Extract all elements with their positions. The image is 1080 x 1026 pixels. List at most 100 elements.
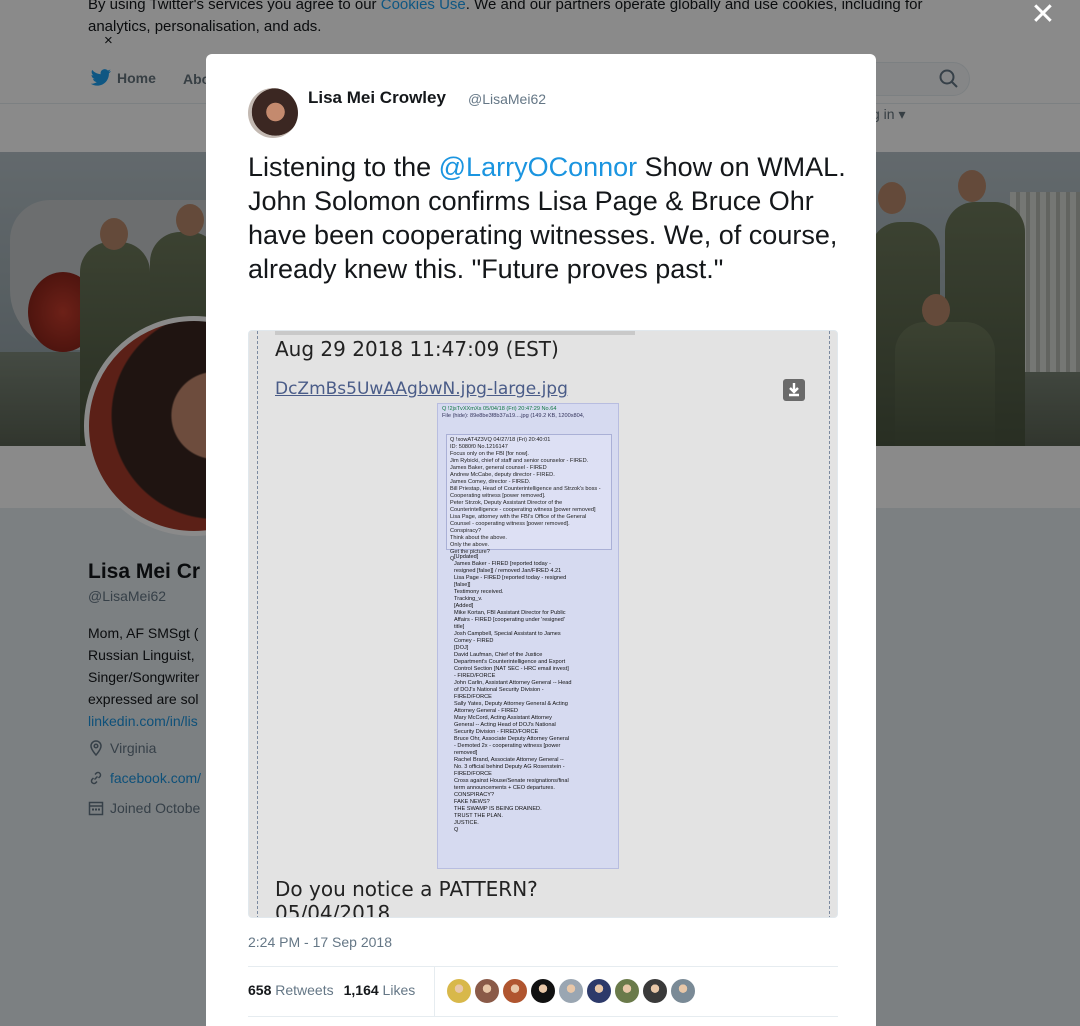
inner-body-line: FIRED/FORCE <box>454 771 492 777</box>
inner-body-line: Attorney General - FIRED <box>454 708 519 714</box>
inner-body-line: Testimony received. <box>454 589 504 595</box>
inner-body-line: FIRED/FORCE <box>454 694 492 700</box>
inner-body-line: JUSTICE. <box>454 820 479 826</box>
likes-stat[interactable]: 1,164 Likes <box>344 982 416 998</box>
media-question-line: Do you notice a PATTERN? <box>275 877 538 901</box>
inner-quote-line: Peter Strzok, Deputy Assistant Director … <box>450 500 563 506</box>
liker-avatar[interactable] <box>670 978 696 1004</box>
inner-body-line: [Updated] <box>454 554 479 560</box>
tweet-timestamp[interactable]: 2:24 PM - 17 Sep 2018 <box>248 934 392 950</box>
inner-post-date: 05/04/18 (Fri) 20:47:29 No.64 <box>483 406 557 412</box>
liker-avatar[interactable] <box>502 978 528 1004</box>
inner-post-file: File (hide): 89e8be3f8b37a19....jpg (149… <box>442 413 585 419</box>
inner-body-line: Bruce Ohr, Associate Deputy Attorney Gen… <box>454 736 570 742</box>
inner-quote-line: Think about the above. <box>450 535 507 541</box>
inner-body-line: resigned [false]] / removed Jan/FIRED 4.… <box>454 568 562 574</box>
inner-quote-line: James Baker, general counsel - FIRED <box>450 465 547 471</box>
media-question-date: 05/04/2018 <box>275 901 391 918</box>
inner-post-quote: Q !xowAT4Z3VQ 04/27/18 (Fri) 20:40:01 ID… <box>446 434 612 562</box>
inner-body-line: term announcements + CEO departures. <box>454 785 555 791</box>
media-cropped-pill <box>413 330 517 331</box>
inner-body-line: [DOJ] <box>454 645 469 651</box>
inner-body-line: General -- Acting Head of DOJ's National <box>454 722 556 728</box>
inner-body-line: Q <box>454 827 459 833</box>
inner-body-line: David Laufman, Chief of the Justice <box>454 652 543 658</box>
inner-quote-line: Conspiracy? <box>450 528 482 534</box>
inner-body-line: James Baker - FIRED [reported today - <box>454 561 551 567</box>
inner-body-line: Rachel Brand, Associate Attorney General… <box>454 757 564 763</box>
inner-body-line: [false]] <box>454 582 471 588</box>
inner-post-header: Q !2jsTvXXmXs 05/04/18 (Fri) 20:47:29 No… <box>442 406 618 420</box>
inner-body-line: [Added] <box>454 603 474 609</box>
inner-body-line: Cross against House/Senate resignations/… <box>454 778 569 784</box>
likes-count: 1,164 <box>343 982 379 998</box>
media-inner-post: Q !2jsTvXXmXs 05/04/18 (Fri) 20:47:29 No… <box>437 403 619 869</box>
inner-body-line: FAKE NEWS? <box>454 799 490 805</box>
liker-avatar[interactable] <box>474 978 500 1004</box>
inner-quote-line: Only the above. <box>450 542 490 548</box>
inner-post-body: [Updated] James Baker - FIRED [reported … <box>454 554 616 834</box>
inner-quote-line: Lisa Page, attorney with the FBI's Offic… <box>450 514 587 520</box>
inner-body-line: Lisa Page - FIRED [reported today - resi… <box>454 575 567 581</box>
inner-quote-line: Counterintelligence - cooperating witnes… <box>450 507 596 513</box>
inner-quote-line: Counsel - cooperating witness [power rem… <box>450 521 570 527</box>
inner-body-line: THE SWAMP IS BEING DRAINED. <box>454 806 542 812</box>
inner-body-line: removed] <box>454 750 478 756</box>
likes-label: Likes <box>382 982 416 998</box>
liker-avatar[interactable] <box>614 978 640 1004</box>
inner-body-line: Mike Kortan, FBI Assistant Director for … <box>454 610 566 616</box>
inner-quote-line: Andrew McCabe, deputy director - FIRED. <box>450 472 555 478</box>
tweet-mention-link[interactable]: @LarryOConnor <box>439 152 637 182</box>
inner-quote-line: James Comey, director - FIRED. <box>450 479 531 485</box>
stats-divider-top <box>248 966 838 967</box>
inner-body-line: Comey - FIRED <box>454 638 494 644</box>
media-file-link: DcZmBs5UwAAgbwN.jpg-large.jpg <box>275 379 568 399</box>
media-dashed-border <box>829 331 830 917</box>
inner-body-line: John Carlin, Assistant Attorney General … <box>454 680 572 686</box>
inner-quote-line: Cooperating witness [power removed]. <box>450 493 546 499</box>
media-cropped-header <box>275 330 635 335</box>
inner-body-line: - FIRED/FORCE <box>454 673 496 679</box>
tweet-stats: 658 Retweets 1,164 Likes <box>248 966 435 1016</box>
liker-avatar[interactable] <box>642 978 668 1004</box>
retweets-stat[interactable]: 658 Retweets <box>248 982 334 998</box>
retweets-label: Retweets <box>275 982 334 998</box>
inner-quote-line: Focus only on the FBI [for now]. <box>450 451 529 457</box>
inner-body-line: Affairs - FIRED [cooperating under 'resi… <box>454 617 565 623</box>
inner-body-line: title] <box>454 624 465 630</box>
inner-quote-line: Jim Rybicki, chief of staff and senior c… <box>450 458 589 464</box>
inner-body-line: Security Division - FIRED/FORCE <box>454 729 539 735</box>
inner-body-line: Sally Yates, Deputy Attorney General & A… <box>454 701 568 707</box>
inner-body-line: Josh Campbell, Special Assistant to Jame… <box>454 631 561 637</box>
likers-avatars <box>446 978 696 1004</box>
inner-body-line: Tracking_v. <box>454 596 483 602</box>
inner-body-line: - Demoted 2x - cooperating witness [powe… <box>454 743 561 749</box>
liker-avatar[interactable] <box>586 978 612 1004</box>
inner-quote-line: ID: 5080f0 No.1216147 <box>450 444 508 450</box>
tweet-author-avatar[interactable] <box>248 88 298 138</box>
stats-divider <box>434 966 435 1016</box>
tweet-text-part: Listening to the <box>248 152 439 182</box>
tweet-modal: Lisa Mei Crowley @LisaMei62 Listening to… <box>206 54 876 1026</box>
retweets-count: 658 <box>248 982 272 998</box>
inner-body-line: Control Section [NAT SEC - HRC email inv… <box>454 666 569 672</box>
close-icon[interactable]: ✕ <box>1028 0 1058 32</box>
inner-body-line: No. 3 official behind Deputy AG Rosenste… <box>454 764 565 770</box>
inner-body-line: TRUST THE PLAN. <box>454 813 503 819</box>
inner-quote-line: Bill Priestap, Head of Counterintelligen… <box>450 486 601 492</box>
inner-post-name: Q !2jsTvXXmXs <box>442 406 482 412</box>
tweet-author-handle[interactable]: @LisaMei62 <box>468 91 546 107</box>
stats-divider-bottom <box>248 1016 838 1017</box>
download-icon <box>783 379 805 401</box>
inner-body-line: of DOJ's National Security Division - <box>454 687 544 693</box>
liker-avatar[interactable] <box>558 978 584 1004</box>
tweet-text: Listening to the @LarryOConnor Show on W… <box>248 150 848 286</box>
tweet-author-name[interactable]: Lisa Mei Crowley <box>308 88 446 108</box>
liker-avatar[interactable] <box>530 978 556 1004</box>
liker-avatar[interactable] <box>446 978 472 1004</box>
inner-body-line: CONSPIRACY? <box>454 792 495 798</box>
inner-quote-header: Q !xowAT4Z3VQ 04/27/18 (Fri) 20:40:01 <box>450 437 551 443</box>
media-date-line: Aug 29 2018 11:47:09 (EST) <box>275 337 559 361</box>
tweet-media-image[interactable]: Aug 29 2018 11:47:09 (EST) DcZmBs5UwAAgb… <box>248 330 838 918</box>
media-dashed-border <box>257 331 258 917</box>
